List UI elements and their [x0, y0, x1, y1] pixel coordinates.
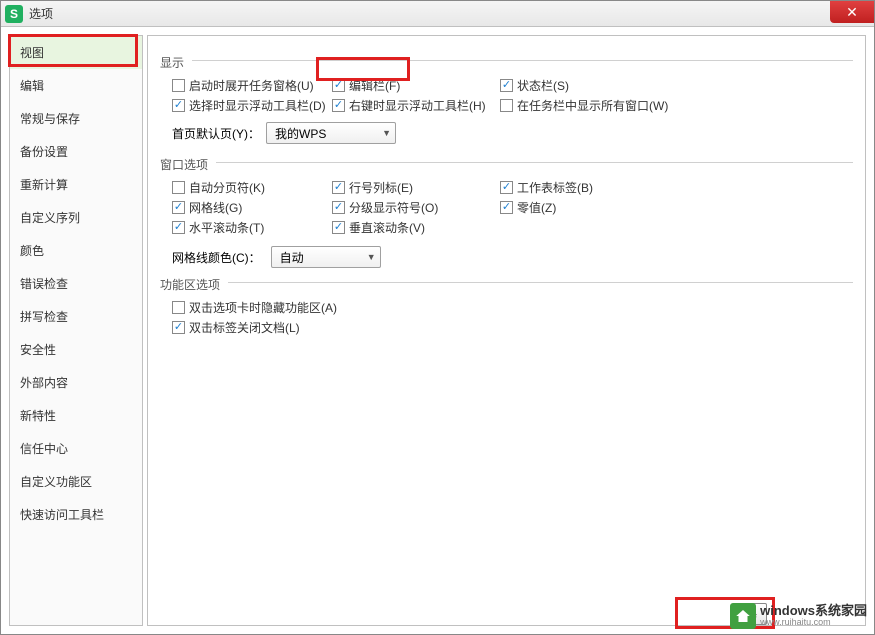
vscroll-label[interactable]: 垂直滚动条(V)	[349, 219, 425, 236]
divider	[228, 282, 853, 283]
dbl-close-doc-checkbox[interactable]	[172, 321, 185, 334]
vscroll-checkbox[interactable]	[332, 221, 345, 234]
section-window-header: 窗口选项	[160, 152, 853, 173]
gridlines-checkbox[interactable]	[172, 201, 185, 214]
hscroll-label[interactable]: 水平滚动条(T)	[189, 219, 264, 236]
dialog-body: 视图编辑常规与保存备份设置重新计算自定义序列颜色错误检查拼写检查安全性外部内容新…	[1, 27, 874, 634]
dbl-close-doc-label[interactable]: 双击标签关闭文档(L)	[189, 319, 300, 336]
float-select-checkbox[interactable]	[172, 99, 185, 112]
show-all-windows-label[interactable]: 在任务栏中显示所有窗口(W)	[517, 97, 668, 114]
sidebar-item-7[interactable]: 错误检查	[10, 267, 142, 300]
gridcolor-value: 自动	[280, 249, 304, 266]
dbl-hide-ribbon-checkbox[interactable]	[172, 301, 185, 314]
first-page-label: 首页默认页(Y)：	[172, 125, 260, 142]
sidebar-item-13[interactable]: 自定义功能区	[10, 465, 142, 498]
sidebar-item-11[interactable]: 新特性	[10, 399, 142, 432]
sidebar-item-2[interactable]: 常规与保存	[10, 102, 142, 135]
edit-bar-label[interactable]: 编辑栏(F)	[349, 77, 400, 94]
sidebar: 视图编辑常规与保存备份设置重新计算自定义序列颜色错误检查拼写检查安全性外部内容新…	[9, 35, 143, 626]
gridcolor-dropdown[interactable]: 自动 ▼	[271, 246, 381, 268]
sidebar-item-1[interactable]: 编辑	[10, 69, 142, 102]
sidebar-item-4[interactable]: 重新计算	[10, 168, 142, 201]
rowcol-header-label[interactable]: 行号列标(E)	[349, 179, 413, 196]
zero-values-checkbox[interactable]	[500, 201, 513, 214]
sidebar-item-14[interactable]: 快速访问工具栏	[10, 498, 142, 531]
watermark-logo-icon	[730, 603, 756, 629]
section-ribbon-header: 功能区选项	[160, 272, 853, 293]
section-display-header: 显示	[160, 50, 853, 71]
divider	[216, 162, 853, 163]
divider	[192, 60, 853, 61]
startup-taskpane-checkbox[interactable]	[172, 79, 185, 92]
sidebar-item-12[interactable]: 信任中心	[10, 432, 142, 465]
show-all-windows-checkbox[interactable]	[500, 99, 513, 112]
float-right-checkbox[interactable]	[332, 99, 345, 112]
sheet-tabs-label[interactable]: 工作表标签(B)	[517, 179, 593, 196]
auto-pagebreak-checkbox[interactable]	[172, 181, 185, 194]
auto-pagebreak-label[interactable]: 自动分页符(K)	[189, 179, 265, 196]
close-button[interactable]: ✕	[830, 1, 874, 23]
section-ribbon-label: 功能区选项	[160, 276, 220, 293]
sheet-tabs-checkbox[interactable]	[500, 181, 513, 194]
first-page-dropdown[interactable]: 我的WPS ▼	[266, 122, 396, 144]
app-icon: S	[5, 5, 23, 23]
section-display-label: 显示	[160, 54, 184, 71]
sidebar-item-3[interactable]: 备份设置	[10, 135, 142, 168]
gridlines-label[interactable]: 网格线(G)	[189, 199, 242, 216]
outline-symbols-label[interactable]: 分级显示符号(O)	[349, 199, 438, 216]
sidebar-item-8[interactable]: 拼写检查	[10, 300, 142, 333]
status-bar-label[interactable]: 状态栏(S)	[517, 77, 569, 94]
window-title: 选项	[29, 5, 53, 22]
chevron-down-icon: ▼	[382, 128, 391, 138]
outline-symbols-checkbox[interactable]	[332, 201, 345, 214]
sidebar-item-10[interactable]: 外部内容	[10, 366, 142, 399]
watermark: windows系统家园 www.ruihaitu.com	[730, 603, 867, 629]
titlebar: S 选项 ✕	[1, 1, 874, 27]
watermark-text: windows系统家园	[760, 604, 867, 618]
zero-values-label[interactable]: 零值(Z)	[517, 199, 556, 216]
chevron-down-icon: ▼	[367, 252, 376, 262]
float-right-label[interactable]: 右键时显示浮动工具栏(H)	[349, 97, 486, 114]
section-window-label: 窗口选项	[160, 156, 208, 173]
sidebar-item-5[interactable]: 自定义序列	[10, 201, 142, 234]
dbl-hide-ribbon-label[interactable]: 双击选项卡时隐藏功能区(A)	[189, 299, 337, 316]
sidebar-item-9[interactable]: 安全性	[10, 333, 142, 366]
sidebar-item-0[interactable]: 视图	[10, 36, 142, 69]
first-page-value: 我的WPS	[275, 125, 326, 142]
hscroll-checkbox[interactable]	[172, 221, 185, 234]
status-bar-checkbox[interactable]	[500, 79, 513, 92]
float-select-label[interactable]: 选择时显示浮动工具栏(D)	[189, 97, 326, 114]
rowcol-header-checkbox[interactable]	[332, 181, 345, 194]
startup-taskpane-label[interactable]: 启动时展开任务窗格(U)	[189, 77, 314, 94]
sidebar-item-6[interactable]: 颜色	[10, 234, 142, 267]
main-panel: 显示 启动时展开任务窗格(U) 编辑栏(F) 状态栏(S) 选择时显示浮动工具栏…	[147, 35, 866, 626]
watermark-url: www.ruihaitu.com	[760, 618, 867, 628]
gridcolor-label: 网格线颜色(C)：	[172, 249, 261, 266]
edit-bar-checkbox[interactable]	[332, 79, 345, 92]
